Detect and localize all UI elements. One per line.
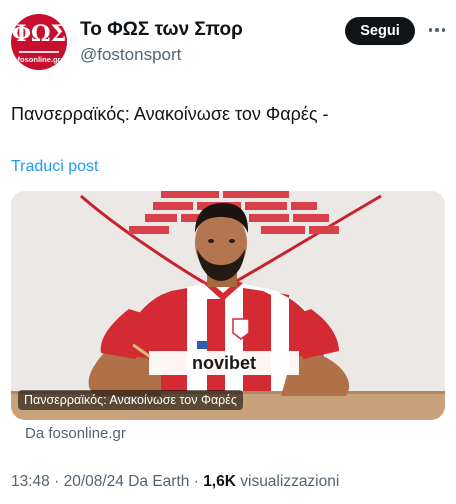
link-card-image[interactable]: novibet [11,191,445,420]
more-horizontal-icon[interactable] [424,19,450,41]
follow-button[interactable]: Segui [345,17,415,45]
tweet-meta: 13:48 · 20/08/24 Da Earth · 1,6K visuali… [11,473,339,491]
avatar-logo-text: ΦΩΣ [11,21,67,47]
views-label: visualizzazioni [235,473,340,490]
meta-separator: · [49,473,64,490]
user-handle[interactable]: @fostonsport [80,45,181,65]
more-dot [441,28,446,32]
link-card-source[interactable]: Da fosonline.gr [25,425,126,442]
tweet-source: Da Earth [123,473,190,490]
meta-separator: · [189,473,204,490]
translate-post-link[interactable]: Traduci post [11,158,98,176]
tweet-time[interactable]: 13:48 [11,473,50,490]
more-dot [428,28,433,32]
more-dot [435,28,439,32]
tweet-text: Πανσερραϊκός: Ανακοίνωσε τον Φαρές - [11,104,329,124]
avatar[interactable]: ΦΩΣ fosonline.gr [11,14,67,70]
avatar-logo-divider [19,51,59,53]
tweet-date[interactable]: 20/08/24 [64,473,124,490]
views-count: 1,6K [203,473,236,490]
avatar-logo-url: fosonline.gr [17,55,61,64]
display-name[interactable]: Το ΦΩΣ των Σπορ [80,19,243,41]
jersey-sponsor-text: novibet [192,353,256,373]
card-photo: novibet [11,191,445,420]
link-card-caption: Πανσερραϊκός: Ανακοίνωσε τον Φαρές [18,390,243,410]
tweet-header: ΦΩΣ fosonline.gr Το ΦΩΣ των Σπορ @foston… [0,0,456,80]
